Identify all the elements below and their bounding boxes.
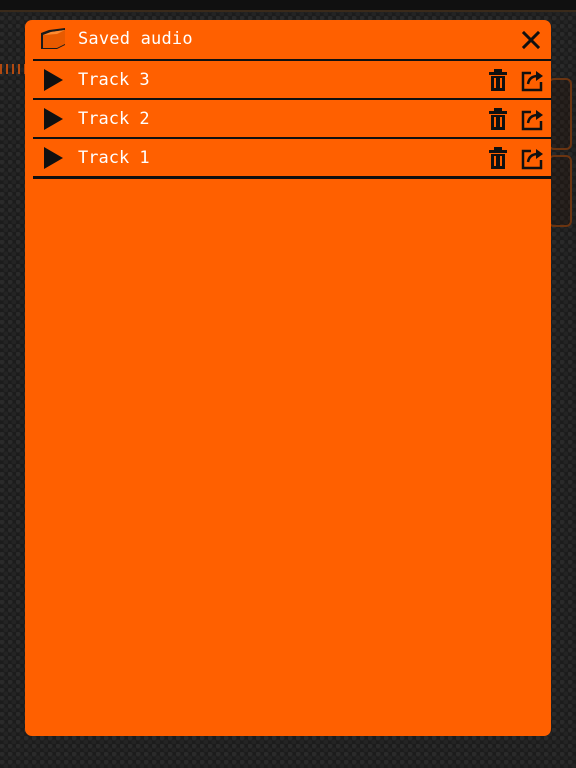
trash-icon[interactable]: [489, 69, 507, 91]
track-row: Track 2: [33, 98, 551, 137]
track-label[interactable]: Track 2: [78, 109, 150, 129]
track-row: Track 1: [33, 137, 551, 179]
trash-icon[interactable]: [489, 108, 507, 130]
background-panel-frame: [548, 78, 572, 150]
track-row: Track 3: [33, 59, 551, 98]
share-icon[interactable]: [521, 146, 545, 170]
background-top-bar: [0, 0, 576, 12]
track-label[interactable]: Track 3: [78, 70, 150, 90]
share-icon[interactable]: [521, 68, 545, 92]
dialog-title: Saved audio: [78, 29, 193, 49]
trash-icon[interactable]: [489, 147, 507, 169]
play-icon[interactable]: [42, 107, 64, 131]
dialog-header: Saved audio: [25, 20, 551, 59]
saved-audio-dialog: Saved audio Track 3 Track 2 Track 1: [25, 20, 551, 736]
background-panel-frame: [548, 155, 572, 227]
play-icon[interactable]: [42, 146, 64, 170]
share-icon[interactable]: [521, 107, 545, 131]
play-icon[interactable]: [42, 68, 64, 92]
track-label[interactable]: Track 1: [78, 148, 150, 168]
saved-audio-list: Track 3 Track 2 Track 1: [33, 59, 551, 179]
close-icon[interactable]: [519, 28, 543, 52]
folder-icon: [41, 28, 65, 49]
